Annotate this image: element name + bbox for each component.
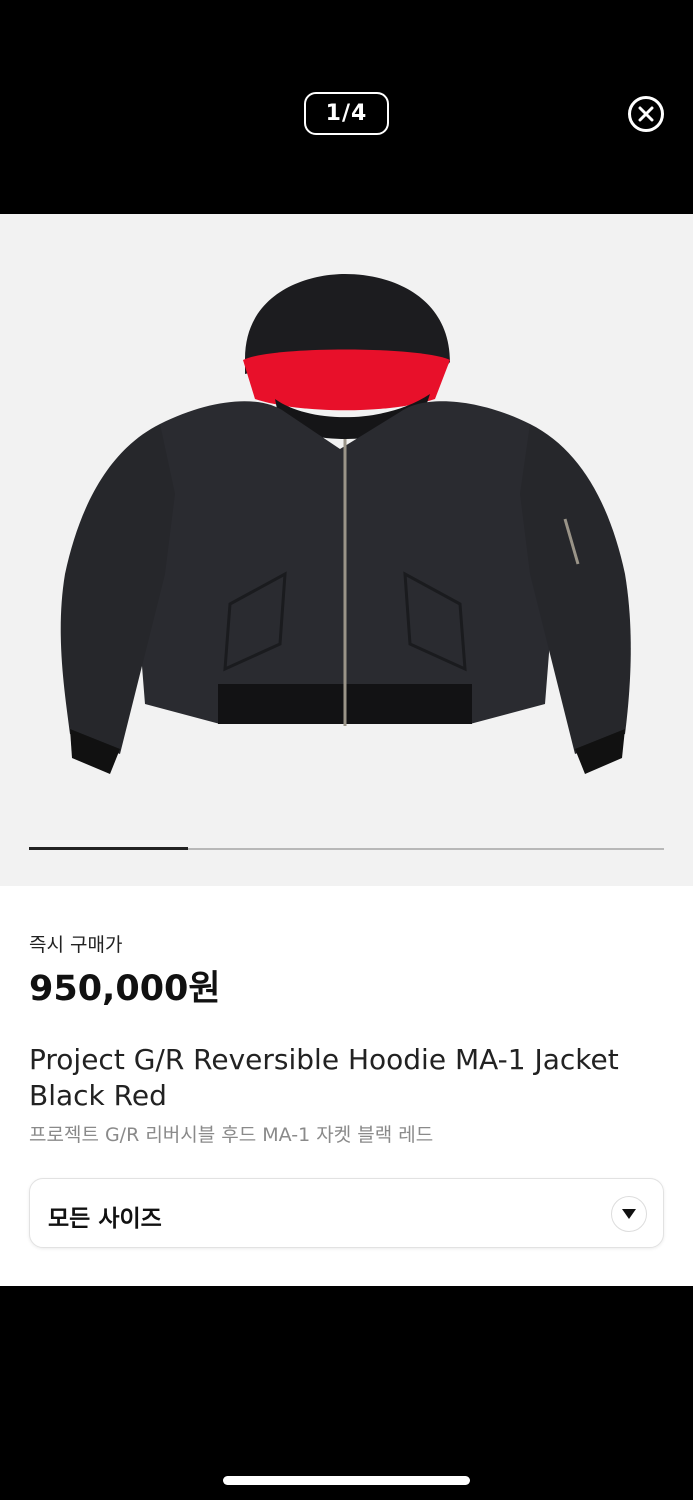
product-image <box>60 274 631 774</box>
product-title-ko: 프로젝트 G/R 리버시블 후드 MA-1 자켓 블랙 레드 <box>29 1124 434 1146</box>
carousel-progress-track <box>29 847 664 850</box>
price-label: 즉시 구매가 <box>29 934 123 956</box>
product-title-en: Project G/R Reversible Hoodie MA-1 Jacke… <box>29 1043 619 1112</box>
price-value: 950,000원 <box>29 969 221 1009</box>
size-select-toggle[interactable] <box>611 1196 647 1232</box>
close-button[interactable] <box>628 96 664 132</box>
viewer-top-bar: 1/4 <box>0 0 693 214</box>
size-select-label: 모든 사이즈 <box>48 1206 162 1232</box>
carousel-progress-fill <box>29 847 188 850</box>
size-select[interactable]: 모든 사이즈 <box>29 1178 664 1248</box>
chevron-down-icon <box>622 1209 636 1219</box>
home-indicator[interactable] <box>223 1476 470 1485</box>
image-counter: 1/4 <box>304 92 389 135</box>
product-image-carousel[interactable] <box>0 214 693 886</box>
product-info-panel: 즉시 구매가 950,000원 Project G/R Reversible H… <box>0 886 693 1286</box>
close-circle-icon <box>638 106 654 122</box>
viewer-bottom-bar <box>0 1286 693 1500</box>
